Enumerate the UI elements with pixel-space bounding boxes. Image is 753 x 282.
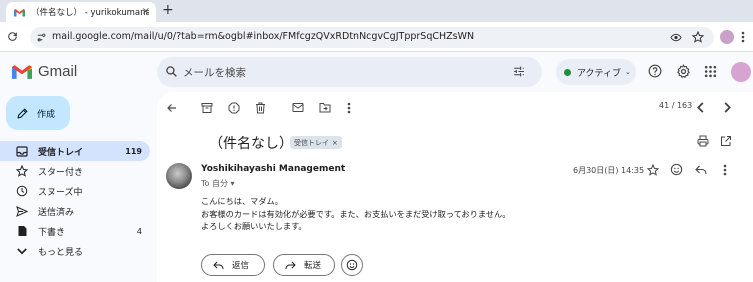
sidebar-item-sent[interactable]: 送信済み (0, 201, 150, 221)
emoji-icon (346, 259, 358, 271)
tab-close-icon[interactable]: × (142, 7, 150, 17)
move-to-icon[interactable] (319, 102, 331, 113)
search-icon[interactable] (165, 65, 178, 78)
message-date: 6月30日(日) 14:35 (573, 166, 645, 175)
add-reaction-button[interactable] (341, 254, 363, 276)
reply-button[interactable]: 返信 (201, 254, 265, 276)
sidebar-item-label: もっと見る (38, 247, 84, 258)
browser-tab-title: （件名なし） - yurikokumana@ (31, 8, 149, 18)
gmail-wordmark: Gmail (38, 63, 78, 80)
site-info-icon[interactable] (36, 32, 47, 43)
unread-count: 119 (125, 146, 142, 156)
trash-icon[interactable] (255, 102, 266, 114)
compose-button[interactable]: 作成 (6, 96, 70, 130)
compose-label: 作成 (37, 109, 56, 120)
eye-icon[interactable] (670, 32, 682, 43)
bookmark-star-icon[interactable] (692, 31, 704, 43)
status-selector[interactable]: アクティブ ⌄ (556, 59, 636, 85)
sidebar-item-label: スヌーズ中 (38, 187, 83, 198)
help-icon[interactable] (648, 64, 662, 78)
recipient-line[interactable]: To 自分 ▾ (201, 178, 235, 189)
account-avatar[interactable] (731, 62, 751, 82)
status-dot (564, 68, 571, 76)
forward-label: 転送 (304, 261, 322, 271)
sidebar-item-label: スター付き (38, 167, 84, 178)
print-icon[interactable] (697, 135, 709, 147)
emoji-reaction-icon[interactable] (670, 163, 683, 176)
report-spam-icon[interactable] (228, 102, 240, 114)
sidebar-item-label: 送信済み (38, 207, 75, 218)
sidebar-item-label: 下書き (38, 227, 66, 238)
reply-icon[interactable] (695, 165, 707, 175)
apps-grid-icon[interactable] (704, 65, 717, 78)
gear-icon[interactable] (676, 64, 691, 79)
mark-unread-icon[interactable] (292, 102, 304, 113)
omnibox[interactable]: mail.google.com/mail/u/0/?tab=rm&ogbl#in… (30, 27, 714, 48)
pagination-count: 41 / 163 (659, 101, 693, 110)
pencil-icon (16, 107, 29, 120)
sidebar-item-more[interactable]: もっと見る (0, 241, 150, 261)
browser-menu-icon[interactable] (741, 31, 745, 43)
chevron-down-icon: ⌄ (625, 68, 631, 76)
forward-button[interactable]: 転送 (273, 254, 335, 276)
send-icon (16, 205, 28, 217)
gmail-m-icon (12, 64, 32, 79)
new-tab-button[interactable]: + (162, 3, 174, 17)
open-in-new-window-icon[interactable] (720, 135, 732, 147)
label-chip[interactable]: 受信トレイ × (290, 136, 342, 149)
inbox-icon (16, 145, 28, 157)
clock-icon (16, 185, 28, 197)
sidebar-item-drafts[interactable]: 下書き 4 (0, 221, 150, 241)
browser-tab[interactable]: （件名なし） - yurikokumana@ × (6, 2, 156, 22)
back-arrow-icon[interactable] (166, 102, 178, 114)
sender-name[interactable]: Yoshikihayashi Management (201, 164, 345, 174)
gmail-logo[interactable]: Gmail (12, 63, 77, 80)
reply-label: 返信 (232, 261, 250, 271)
chevron-down-icon (16, 245, 28, 257)
reload-icon[interactable] (6, 30, 19, 43)
search-input[interactable]: メールを検索 (183, 65, 246, 80)
remove-label-icon[interactable]: × (332, 139, 338, 147)
archive-icon[interactable] (201, 102, 213, 114)
message-subject: （件名なし） (209, 136, 293, 152)
label-chip-text: 受信トレイ (294, 138, 329, 147)
star-icon[interactable] (647, 164, 659, 176)
more-options-icon[interactable] (723, 164, 727, 176)
sidebar-item-starred[interactable]: スター付き (0, 161, 150, 181)
reply-icon (213, 261, 224, 270)
draft-icon (16, 225, 28, 237)
sender-avatar[interactable] (166, 163, 192, 189)
message-body-line: こんにちは、マダム。 (201, 196, 283, 206)
sidebar-item-inbox[interactable]: 受信トレイ 119 (0, 141, 150, 161)
chevron-right-icon[interactable] (723, 102, 731, 113)
sidebar-item-snoozed[interactable]: スヌーズ中 (0, 181, 150, 201)
message-body-line: よろしくお願いいたします。 (201, 221, 307, 231)
star-icon (16, 165, 28, 177)
message-view: 41 / 163 （件名なし） 受信トレイ × Yoshikihayashi M… (157, 92, 753, 282)
sidebar-item-label: 受信トレイ (38, 147, 84, 158)
gmail-favicon-icon (14, 8, 25, 17)
more-options-icon[interactable] (347, 102, 351, 114)
address-bar-row: mail.google.com/mail/u/0/?tab=rm&ogbl#in… (0, 22, 753, 52)
search-bar[interactable]: メールを検索 (157, 57, 542, 87)
search-options-icon[interactable] (512, 65, 526, 78)
chevron-left-icon[interactable] (697, 102, 705, 113)
draft-count: 4 (136, 226, 142, 236)
forward-icon (285, 261, 296, 270)
url-text[interactable]: mail.google.com/mail/u/0/?tab=rm&ogbl#in… (52, 31, 474, 42)
browser-tab-strip: （件名なし） - yurikokumana@ × + (0, 0, 753, 22)
message-body-line: お客様のカードは有効化が必要です。また、お支払いをまだ受け取っておりません。 (201, 209, 511, 219)
status-label: アクティブ (577, 68, 622, 79)
browser-profile-avatar[interactable] (720, 30, 734, 44)
